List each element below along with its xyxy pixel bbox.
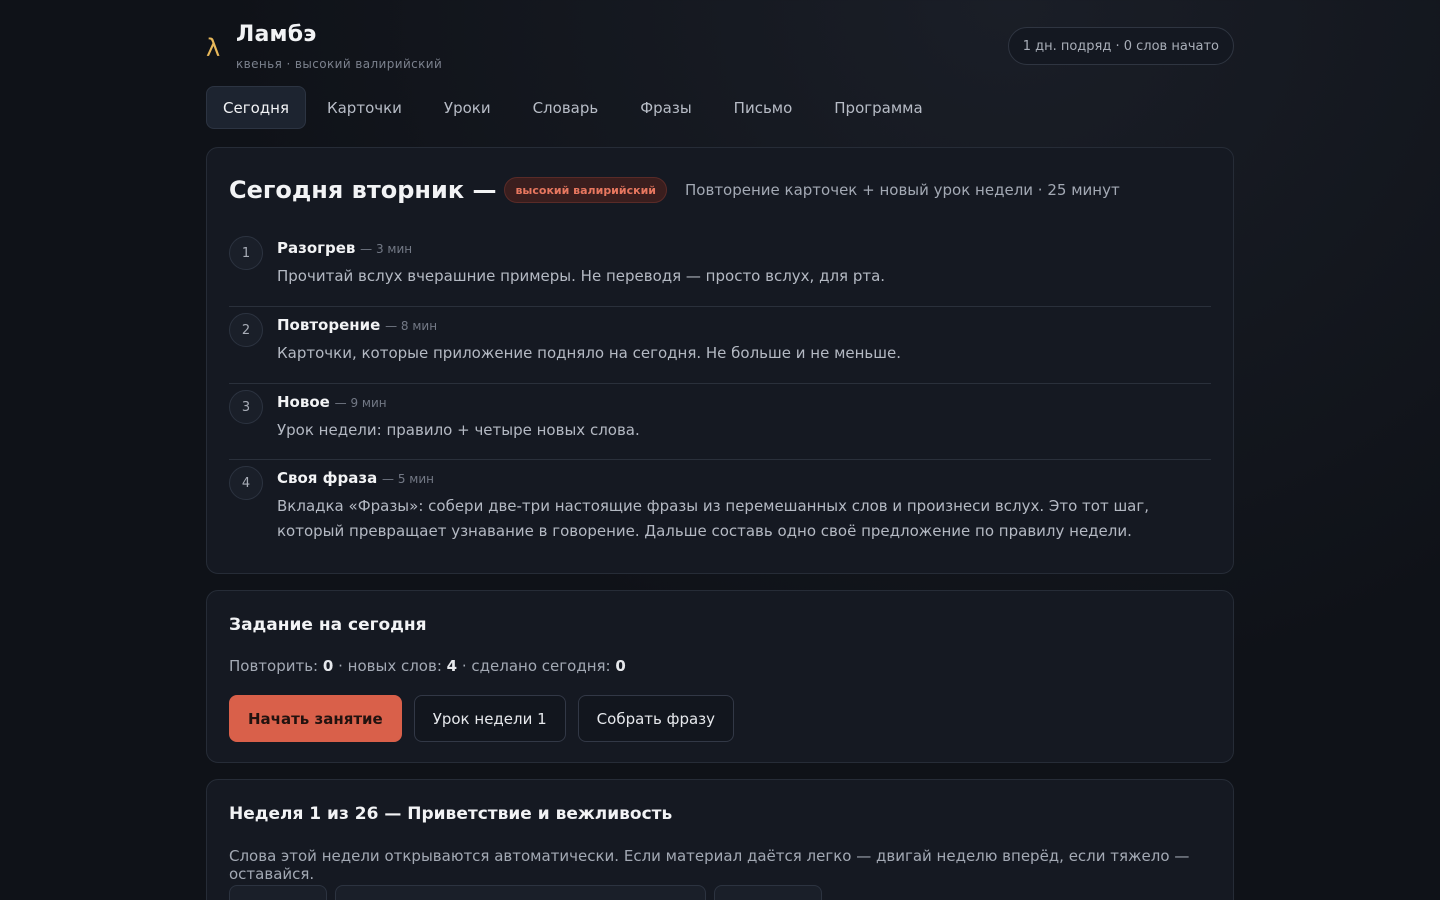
step-item: 2 Повторение — 8 мин Карточки, которые п… [229,307,1211,384]
tab-lessons[interactable]: Уроки [423,86,512,129]
new-words-label: · новых слов: [338,657,442,675]
new-words-count: 4 [446,657,458,675]
plan-title: Сегодня вторник — [229,176,497,204]
start-session-button[interactable]: Начать занятие [229,695,402,742]
today-plan-card: Сегодня вторник — высокий валирийский По… [206,147,1234,574]
step-title: Своя фраза [277,469,378,487]
step-description: Вкладка «Фразы»: собери две-три настоящи… [277,497,1150,540]
task-title: Задание на сегодня [229,615,427,635]
step-description: Карточки, которые приложение подняло на … [277,344,901,362]
lambda-logo-icon: λ [206,34,221,62]
week-control-button[interactable] [714,885,822,900]
step-title: Повторение [277,316,381,334]
step-number: 1 [229,236,263,270]
task-actions: Начать занятие Урок недели 1 Собрать фра… [229,695,735,742]
review-label: Повторить: [229,657,319,675]
step-number: 2 [229,313,263,347]
plan-meta: Повторение карточек + новый урок недели … [685,181,1120,199]
step-duration: — 3 мин [360,242,413,256]
week-lesson-button[interactable]: Урок недели 1 [413,695,566,742]
tab-dictionary[interactable]: Словарь [512,86,620,129]
tab-program[interactable]: Программа [813,86,943,129]
plan-header: Сегодня вторник — высокий валирийский По… [229,176,1120,204]
week-controls [229,885,822,900]
header: λ Ламбэ квенья · высокий валирийский 1 д… [206,0,1234,86]
plan-steps: 1 Разогрев — 3 мин Прочитай вслух вчераш… [229,230,1211,560]
done-today-count: 0 [615,657,626,675]
week-title: Неделя 1 из 26 — Приветствие и вежливост… [229,804,673,824]
app-subtitle: квенья · высокий валирийский [236,57,443,71]
tab-cards[interactable]: Карточки [306,86,423,129]
app-title: Ламбэ [236,22,317,47]
step-number: 3 [229,390,263,424]
step-description: Урок недели: правило + четыре новых слов… [277,421,640,439]
step-number: 4 [229,466,263,500]
step-duration: — 9 мин [334,396,387,410]
step-item: 3 Новое — 9 мин Урок недели: правило + ч… [229,384,1211,460]
done-today-label: · сделано сегодня: [461,657,611,675]
task-stats: Повторить: 0 · новых слов: 4 · сделано с… [229,657,626,675]
step-title: Разогрев [277,239,356,257]
week-progress-control[interactable] [335,885,706,900]
week-card: Неделя 1 из 26 — Приветствие и вежливост… [206,779,1234,900]
week-description: Слова этой недели открываются автоматиче… [229,847,1190,883]
tab-writing[interactable]: Письмо [713,86,814,129]
week-control-button[interactable] [229,885,327,900]
language-badge: высокий валирийский [504,177,668,203]
today-task-card: Задание на сегодня Повторить: 0 · новых … [206,590,1234,763]
tab-phrases[interactable]: Фразы [619,86,712,129]
step-item: 1 Разогрев — 3 мин Прочитай вслух вчераш… [229,230,1211,307]
review-count: 0 [322,657,334,675]
build-phrase-button[interactable]: Собрать фразу [577,695,735,742]
step-title: Новое [277,393,330,411]
step-duration: — 8 мин [385,319,438,333]
app-root: λ Ламбэ квенья · высокий валирийский 1 д… [206,0,1234,900]
streak-badge: 1 дн. подряд · 0 слов начато [1007,27,1234,65]
tab-today[interactable]: Сегодня [206,86,306,129]
step-duration: — 5 мин [382,472,434,486]
nav-tabs: Сегодня Карточки Уроки Словарь Фразы Пис… [206,86,944,129]
step-description: Прочитай вслух вчерашние примеры. Не пер… [277,267,886,285]
step-item: 4 Своя фраза — 5 мин Вкладка «Фразы»: со… [229,460,1211,560]
